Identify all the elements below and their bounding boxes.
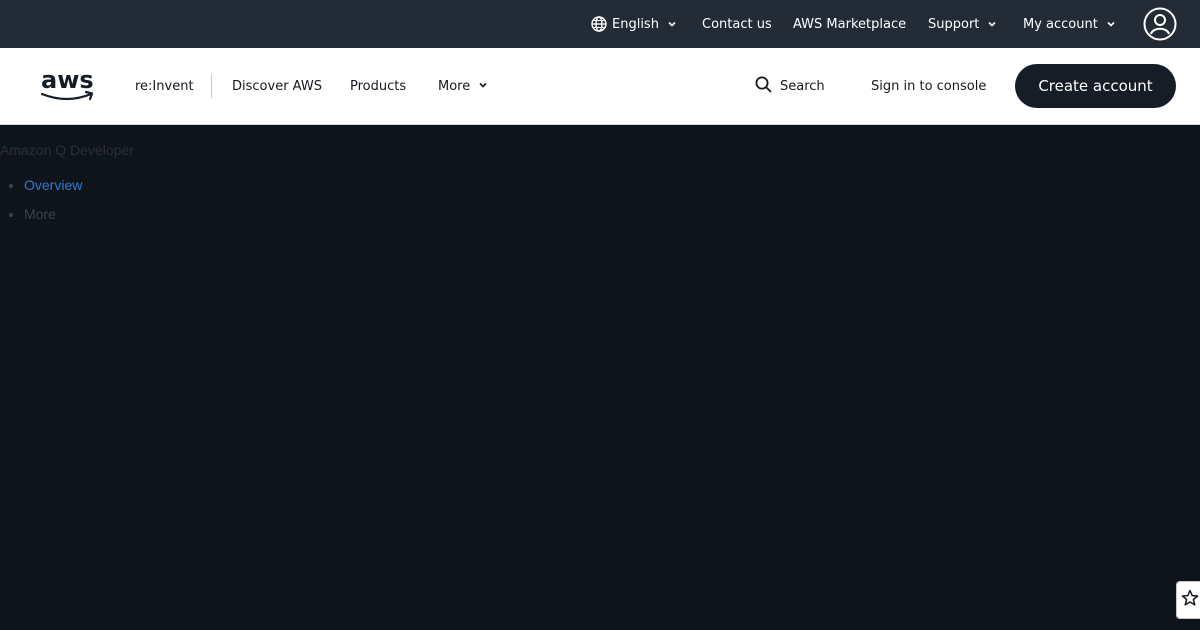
nav-item-label: Products (350, 78, 407, 94)
list-item-overview[interactable]: Overview (0, 171, 82, 200)
search-icon (755, 76, 772, 97)
globe-icon (591, 16, 607, 32)
list-item-label: More (24, 206, 56, 222)
nav-item-label: re:Invent (135, 78, 194, 94)
user-profile-icon[interactable] (1143, 7, 1177, 41)
list-item-label: Overview (24, 177, 83, 193)
nav-item-reinvent[interactable]: re:Invent (135, 48, 194, 124)
list-bullet (9, 213, 13, 217)
chevron-down-icon (1106, 19, 1116, 29)
chevron-down-icon (667, 19, 677, 29)
contact-us-label: Contact us (702, 16, 772, 32)
create-account-label: Create account (1038, 77, 1153, 95)
marketplace-label: AWS Marketplace (793, 16, 907, 32)
language-label: English (612, 16, 659, 32)
list-item-more[interactable]: More (0, 200, 82, 229)
my-account-label: My account (1023, 16, 1098, 32)
search-button[interactable]: Search (755, 48, 825, 124)
main-nav: aws re:Invent Discover AWS Products More… (0, 48, 1200, 125)
nav-item-products[interactable]: Products (350, 48, 406, 124)
create-account-button[interactable]: Create account (1015, 64, 1176, 108)
language-selector[interactable]: English (591, 0, 677, 48)
page-title: Amazon Q Developer (0, 142, 134, 158)
support-label: Support (928, 16, 980, 32)
my-account-menu[interactable]: My account (1023, 0, 1116, 48)
utility-bar: English Contact us AWS Marketplace Suppo… (0, 0, 1200, 48)
aws-logo[interactable]: aws (39, 66, 97, 106)
nav-item-discover-aws[interactable]: Discover AWS (232, 48, 322, 124)
sign-in-console-link[interactable]: Sign in to console (871, 48, 986, 124)
star-icon (1181, 589, 1199, 612)
nav-item-more[interactable]: More (438, 48, 488, 124)
search-label: Search (780, 78, 825, 94)
content-nav-list: Overview More (0, 171, 82, 229)
support-menu[interactable]: Support (928, 0, 997, 48)
nav-divider (211, 74, 212, 98)
list-bullet (9, 184, 13, 188)
favorite-widget[interactable] (1176, 581, 1200, 619)
contact-us-link[interactable]: Contact us (702, 0, 772, 48)
chevron-down-icon (478, 79, 488, 94)
chevron-down-icon (987, 19, 997, 29)
sign-in-label: Sign in to console (871, 78, 987, 94)
marketplace-link[interactable]: AWS Marketplace (793, 0, 906, 48)
nav-item-label: Discover AWS (232, 78, 322, 94)
nav-item-label: More (438, 78, 471, 94)
aws-logo-text: aws (41, 66, 94, 94)
